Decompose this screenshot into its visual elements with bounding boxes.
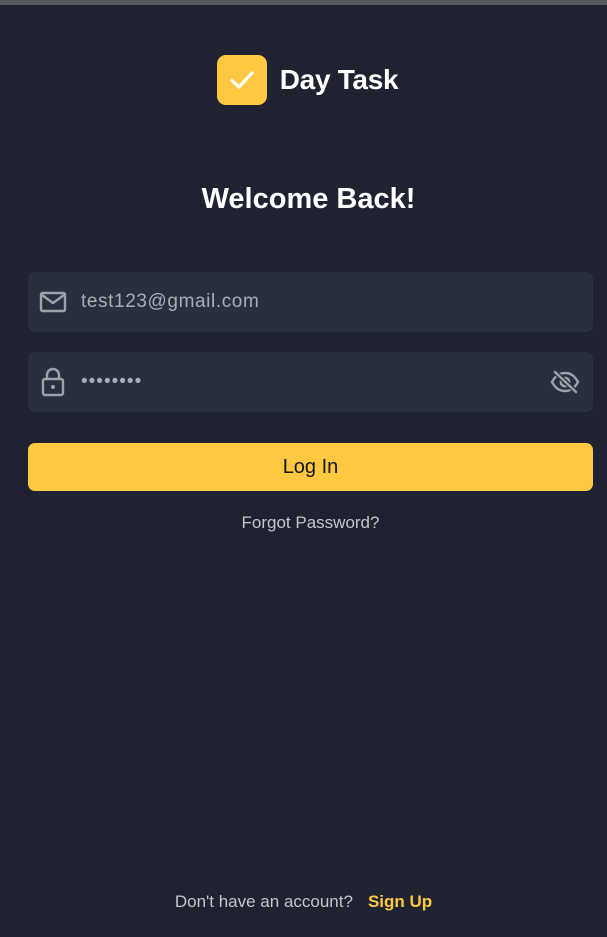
email-input[interactable]	[81, 272, 593, 332]
mail-icon	[26, 291, 80, 313]
brand-header: Day Task	[0, 55, 607, 105]
login-button[interactable]: Log In	[28, 443, 593, 491]
password-field[interactable]	[28, 352, 593, 412]
signup-prompt: Don't have an account? Sign Up	[0, 892, 607, 912]
email-field[interactable]	[28, 272, 593, 332]
password-input[interactable]	[81, 352, 541, 412]
window-top-border	[0, 0, 607, 5]
signup-link[interactable]: Sign Up	[368, 892, 432, 912]
app-name: Day Task	[279, 64, 399, 95]
login-screen: Day Task Welcome Back! test123@gmail.com…	[0, 0, 607, 937]
forgot-password-link[interactable]: Forgot Password?	[0, 513, 607, 533]
lock-icon	[26, 367, 80, 397]
page-title: Welcome Back!	[201, 183, 416, 215]
eye-off-icon[interactable]	[541, 370, 589, 394]
signup-question: Don't have an account?	[174, 892, 353, 911]
check-icon	[230, 71, 254, 89]
app-logo	[216, 55, 267, 105]
